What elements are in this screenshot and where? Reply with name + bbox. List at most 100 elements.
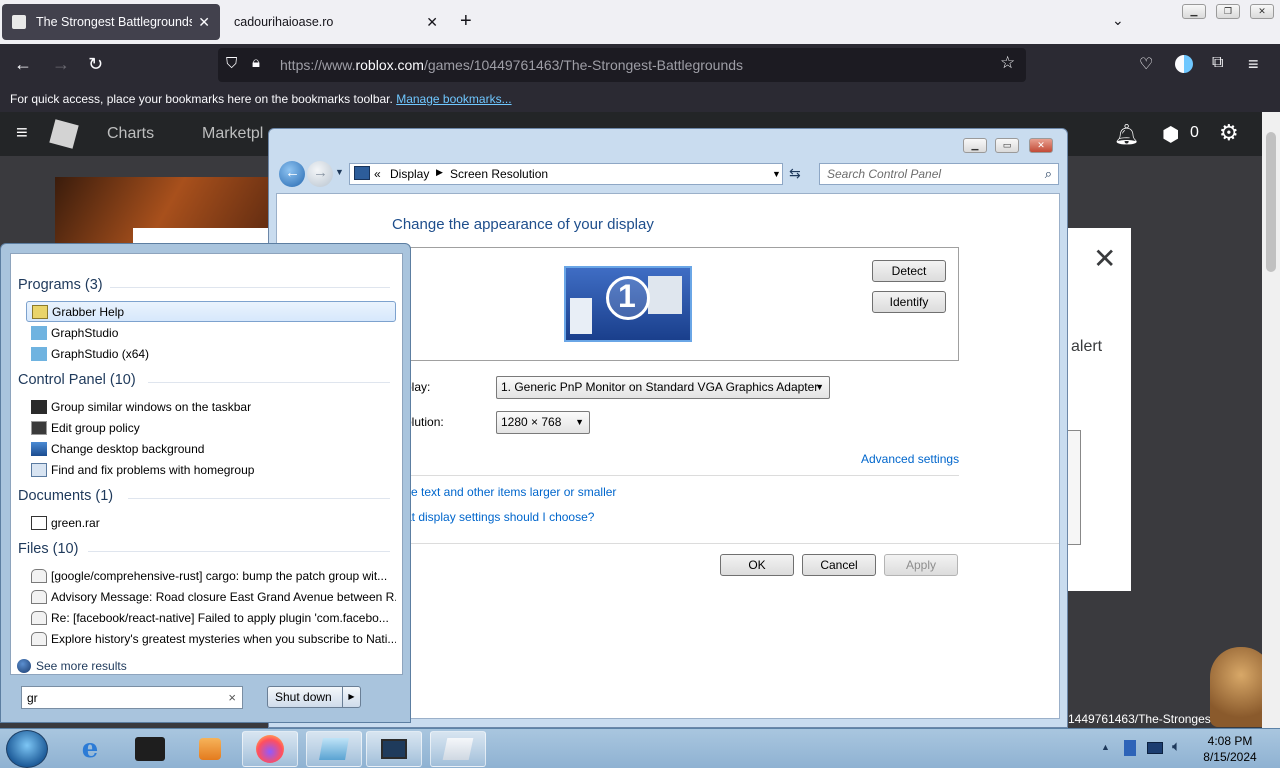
robux-count: 0 (1190, 124, 1199, 141)
tab-title: The Strongest Battlegrounds - R (36, 15, 193, 29)
internet-explorer-icon[interactable]: e (62, 731, 118, 767)
cancel-button[interactable]: Cancel (802, 554, 876, 576)
result-file-3[interactable]: Re: [facebook/react-native] Failed to ap… (26, 607, 396, 628)
start-search-field[interactable] (27, 691, 217, 705)
shield-icon[interactable]: ⛉ (226, 55, 237, 72)
close-icon[interactable]: ✕ (1093, 242, 1116, 275)
back-arrow-icon[interactable]: ← (14, 54, 32, 75)
cp-back-button[interactable]: ← (279, 161, 305, 187)
roblox-logo-icon[interactable] (49, 119, 79, 149)
text-size-link[interactable]: ke text and other items larger or smalle… (405, 485, 616, 499)
pocket-icon[interactable]: ♡ (1139, 54, 1153, 74)
clear-search-icon[interactable]: × (228, 690, 236, 705)
search-icon[interactable]: ⌕ (1045, 166, 1052, 182)
detect-button[interactable]: Detect (872, 260, 946, 282)
apply-button[interactable]: Apply (884, 554, 958, 576)
result-change-desktop-background[interactable]: Change desktop background (26, 438, 396, 459)
refresh-icon[interactable]: ⇆ (789, 165, 801, 182)
recent-pages-chevron-icon[interactable]: ▼ (335, 167, 344, 177)
chevron-down-icon: ▼ (575, 417, 584, 427)
shutdown-options-arrow-icon[interactable]: ▶ (342, 687, 360, 707)
cp-forward-button[interactable]: → (307, 161, 333, 187)
robux-icon[interactable]: ⬢ (1162, 122, 1179, 147)
close-tab-icon[interactable]: ✕ (426, 14, 438, 31)
volume-icon[interactable]: 🔈︎ (1172, 738, 1181, 755)
shutdown-button[interactable]: Shut down ▶ (267, 686, 361, 708)
url-bar[interactable]: ⛉ 🔒︎ https://www.roblox.com/games/104497… (218, 48, 1026, 82)
display-select[interactable]: 1. Generic PnP Monitor on Standard VGA G… (496, 376, 830, 399)
policy-icon (31, 420, 47, 435)
cp-search-input[interactable]: Search Control Panel ⌕ (819, 163, 1059, 185)
graphstudio-icon (31, 325, 47, 340)
manage-bookmarks-link[interactable]: Manage bookmarks... (396, 92, 511, 106)
new-tab-plus-icon[interactable]: + (460, 10, 472, 33)
display-taskbar-icon[interactable] (366, 731, 422, 767)
resolution-select[interactable]: 1280 × 768 ▼ (496, 411, 590, 434)
monitor-1-preview[interactable]: 1 (564, 266, 692, 342)
notifications-bell-icon[interactable]: 🔔︎ (1114, 122, 1139, 147)
result-group-similar-windows[interactable]: Group similar windows on the taskbar (26, 396, 396, 417)
mail-icon (31, 589, 47, 604)
bookmark-star-icon[interactable]: ☆ (1000, 53, 1015, 73)
start-button-orb-icon[interactable] (6, 730, 48, 768)
result-file-2[interactable]: Advisory Message: Road closure East Gran… (26, 586, 396, 607)
url-text[interactable]: https://www.roblox.com/games/10449761463… (280, 57, 743, 73)
display-settings-help-link[interactable]: at display settings should I choose? (405, 510, 594, 524)
vpn-icon[interactable] (1175, 55, 1193, 73)
tab-cadourihaioase[interactable]: cadourihaioase.ro ✕ (224, 4, 448, 40)
blank-window-taskbar-icon[interactable] (430, 731, 486, 767)
list-all-tabs-chevron-icon[interactable]: ⌄ (1112, 12, 1124, 29)
start-search-input[interactable]: × (21, 686, 243, 709)
cp-maximize-button[interactable]: ▭ (995, 138, 1019, 153)
minimize-window-button[interactable]: ▁ (1182, 4, 1206, 19)
nav-marketplace-link[interactable]: Marketpl (202, 125, 263, 143)
display-icon (354, 166, 370, 180)
network-icon[interactable] (1147, 742, 1163, 754)
menu-hamburger-icon[interactable]: ≡ (1248, 54, 1259, 75)
nav-charts-link[interactable]: Charts (107, 125, 154, 143)
show-hidden-icons-icon[interactable]: ▲ (1101, 742, 1110, 752)
chevron-down-icon: ▼ (815, 382, 824, 392)
cp-address-bar[interactable]: « Display ▶ Screen Resolution ▼ (349, 163, 783, 185)
close-tab-icon[interactable]: ✕ (198, 14, 210, 31)
firefox-taskbar-icon[interactable] (242, 731, 298, 767)
extensions-icon[interactable]: ⧉ (1212, 54, 1223, 72)
result-homegroup-troubleshoot[interactable]: Find and fix problems with homegroup (26, 459, 396, 480)
menu-hamburger-icon[interactable]: ≡ (16, 122, 28, 145)
breadcrumb-display[interactable]: Display (390, 167, 429, 181)
result-file-4[interactable]: Explore history's greatest mysteries whe… (26, 628, 396, 649)
address-dropdown-icon[interactable]: ▼ (772, 169, 781, 179)
documents-section-header[interactable]: Documents (1) (18, 488, 390, 504)
forward-arrow-icon[interactable]: → (52, 54, 70, 75)
settings-gear-icon[interactable]: ⚙ (1219, 120, 1239, 146)
advanced-settings-link[interactable]: Advanced settings (861, 452, 959, 466)
result-file-1[interactable]: [google/comprehensive-rust] cargo: bump … (26, 565, 396, 586)
see-more-results-link[interactable]: See more results (17, 659, 127, 673)
result-graphstudio-x64[interactable]: GraphStudio (x64) (26, 343, 396, 364)
tab-strongest-battlegrounds[interactable]: The Strongest Battlegrounds - R ✕ (2, 4, 220, 40)
close-window-button[interactable]: ✕ (1250, 4, 1274, 19)
control-panel-section-header[interactable]: Control Panel (10) (18, 372, 390, 388)
restore-window-button[interactable]: ❐ (1216, 4, 1240, 19)
control-panel-taskbar-icon[interactable] (306, 731, 362, 767)
cp-minimize-button[interactable]: ▁ (963, 138, 987, 153)
files-section-header[interactable]: Files (10) (18, 541, 390, 557)
result-green-rar[interactable]: green.rar (26, 512, 396, 533)
breadcrumb-arrow-icon[interactable]: ▶ (436, 167, 443, 178)
result-graphstudio[interactable]: GraphStudio (26, 322, 396, 343)
lock-icon[interactable]: 🔒︎ (252, 54, 260, 71)
media-player-icon[interactable] (182, 731, 238, 767)
media-center-icon[interactable] (122, 731, 178, 767)
identify-button[interactable]: Identify (872, 291, 946, 313)
system-clock[interactable]: 4:08 PM 8/15/2024 (1190, 733, 1270, 765)
cp-close-button[interactable]: ✕ (1029, 138, 1053, 153)
tray-app-icon[interactable] (1124, 740, 1136, 756)
result-edit-group-policy[interactable]: Edit group policy (26, 417, 396, 438)
page-scrollbar[interactable] (1262, 112, 1280, 728)
ok-button[interactable]: OK (720, 554, 794, 576)
result-grabber-help[interactable]: Grabber Help (26, 301, 396, 322)
breadcrumb-screen-resolution[interactable]: Screen Resolution (450, 167, 548, 181)
reload-icon[interactable]: ↻ (88, 54, 103, 75)
programs-section-header[interactable]: Programs (3) (18, 277, 390, 293)
rar-archive-icon (31, 515, 47, 530)
